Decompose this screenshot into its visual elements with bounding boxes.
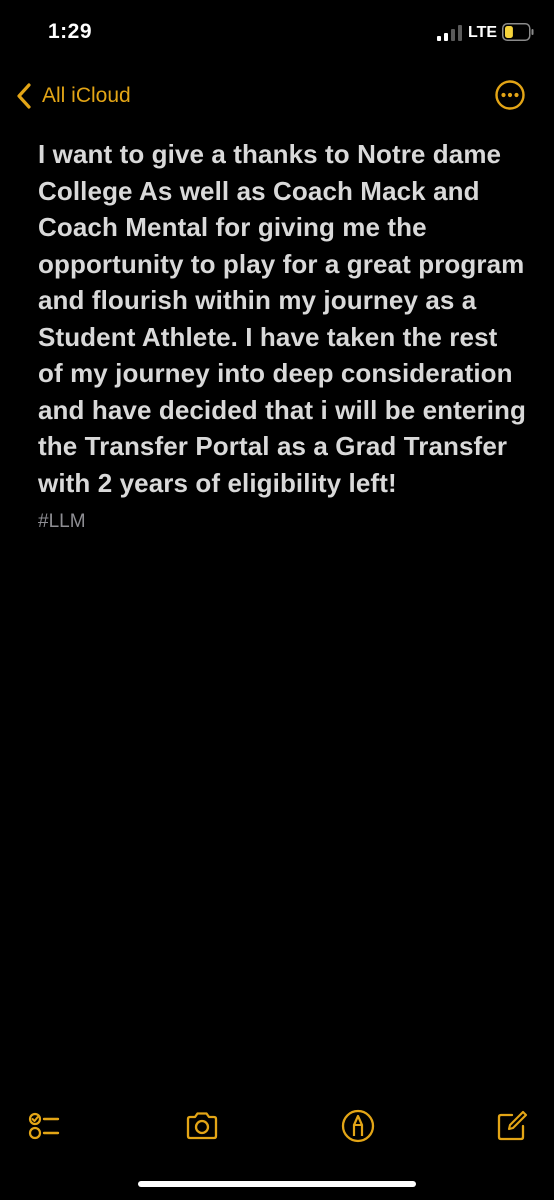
- note-body-text[interactable]: I want to give a thanks to Notre dame Co…: [38, 136, 528, 501]
- chevron-left-icon: [17, 83, 31, 109]
- bottom-toolbar: [0, 1100, 554, 1150]
- markup-button[interactable]: [338, 1106, 378, 1146]
- status-bar: 1:29 LTE: [0, 0, 554, 64]
- signal-strength-icon: [437, 25, 462, 41]
- checklist-icon: [28, 1112, 60, 1140]
- checklist-button[interactable]: [24, 1106, 64, 1146]
- camera-button[interactable]: [182, 1106, 222, 1146]
- compose-button[interactable]: [492, 1106, 532, 1146]
- compose-icon: [497, 1110, 528, 1141]
- note-editor[interactable]: I want to give a thanks to Notre dame Co…: [38, 136, 528, 533]
- back-button[interactable]: All iCloud: [16, 80, 131, 112]
- camera-icon: [186, 1112, 218, 1140]
- note-hashtag[interactable]: #LLM: [38, 511, 528, 533]
- carrier-label: LTE: [468, 24, 498, 41]
- markup-icon: [341, 1109, 375, 1143]
- home-indicator[interactable]: [138, 1181, 416, 1187]
- status-time: 1:29: [48, 20, 93, 43]
- battery-icon: [502, 23, 534, 41]
- more-options-icon[interactable]: [494, 79, 526, 111]
- navigation-bar: All iCloud: [0, 74, 554, 118]
- back-button-label: All iCloud: [42, 84, 131, 107]
